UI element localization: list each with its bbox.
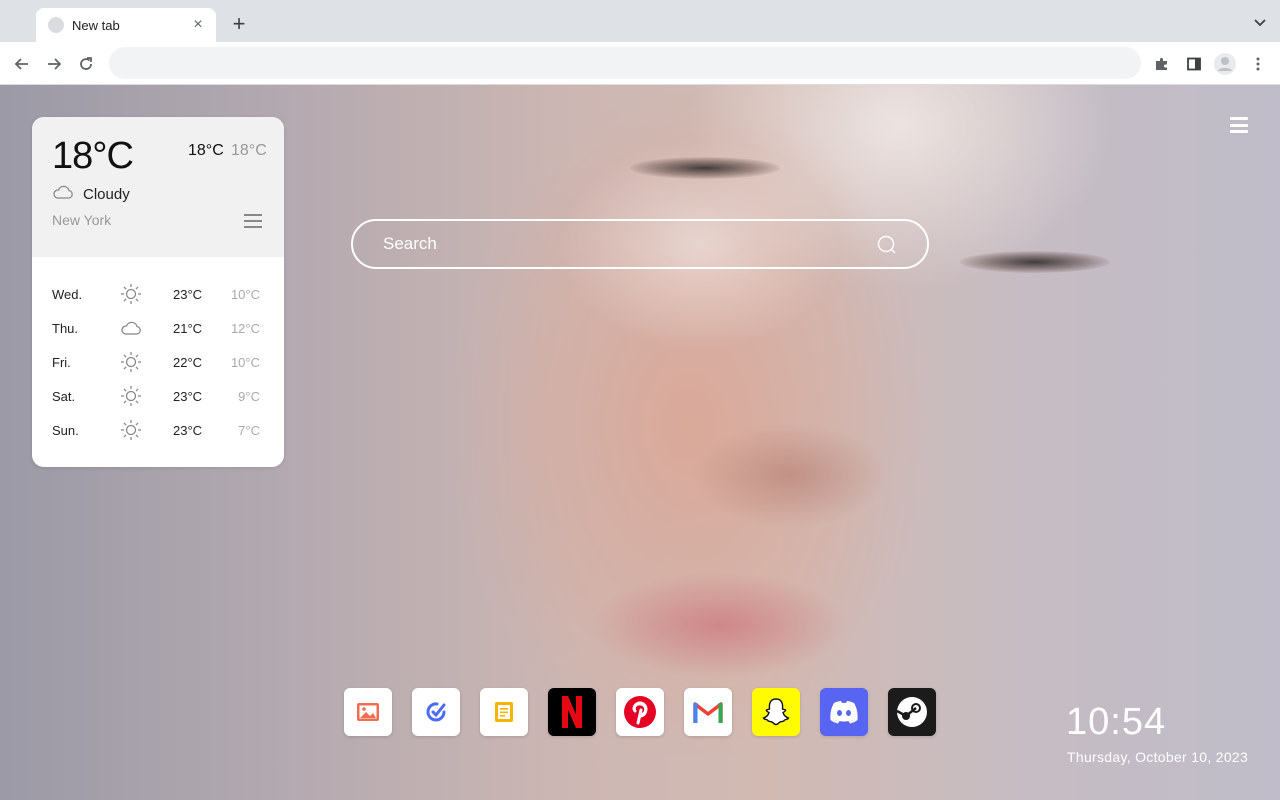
menu-line — [1230, 117, 1248, 120]
sun-icon — [120, 385, 142, 407]
sun-icon — [120, 419, 142, 441]
tab-close-button[interactable]: × — [190, 17, 206, 33]
avatar-icon — [1214, 53, 1236, 75]
menu-line — [244, 220, 262, 222]
forward-button[interactable] — [42, 52, 66, 76]
tab-search-button[interactable] — [1252, 14, 1268, 30]
profile-button[interactable] — [1213, 52, 1237, 76]
tab-new-tab[interactable]: New tab × — [36, 8, 216, 42]
notes-app[interactable] — [480, 688, 528, 736]
new-tab-page: 18°C 18°C 18°C Cloudy New York Wed. 23°C 1… — [0, 85, 1280, 800]
today-low: 18°C — [231, 142, 267, 159]
tab-favicon-icon — [48, 17, 64, 33]
snapchat-app[interactable] — [752, 688, 800, 736]
forecast-day: Sat. — [52, 389, 76, 404]
weather-city: New York — [52, 212, 112, 228]
clock-date: Thursday, October 10, 2023 — [1067, 749, 1249, 765]
image-icon — [355, 699, 381, 725]
forecast-day: Wed. — [52, 287, 83, 302]
forecast-row: Wed. 23°C 10°C — [32, 277, 284, 311]
pinterest-app[interactable] — [616, 688, 664, 736]
menu-line — [244, 226, 262, 228]
sun-icon — [120, 283, 142, 305]
gmail-app[interactable] — [684, 688, 732, 736]
page-menu-button[interactable] — [1230, 117, 1248, 133]
reload-button[interactable] — [74, 52, 98, 76]
search-box[interactable] — [351, 219, 929, 269]
pinterest-logo-icon — [623, 695, 657, 729]
forecast-row: Fri. 22°C 10°C — [32, 345, 284, 379]
netflix-logo-icon — [560, 695, 584, 729]
menu-line — [244, 214, 262, 216]
forecast-low: 7°C — [238, 423, 260, 438]
search-icon[interactable] — [877, 235, 897, 255]
search-input[interactable] — [383, 221, 863, 267]
forecast-high: 23°C — [173, 389, 203, 404]
browser-toolbar — [0, 42, 1280, 85]
menu-line — [1230, 130, 1248, 133]
forecast-high: 23°C — [173, 423, 203, 438]
arrow-right-icon — [48, 58, 62, 70]
forecast-row: Sun. 23°C 7°C — [32, 413, 284, 447]
background-eye-right — [960, 251, 1110, 273]
clock-time: 10:54 — [1066, 701, 1167, 743]
weather-widget: 18°C 18°C 18°C Cloudy New York Wed. 23°C 1… — [32, 117, 284, 467]
browser-menu-button[interactable] — [1246, 52, 1270, 76]
background-eye-left — [630, 157, 780, 179]
chevron-down-icon — [1254, 19, 1266, 27]
side-panel-button[interactable] — [1182, 52, 1206, 76]
cloud-icon — [53, 185, 73, 199]
extensions-button[interactable] — [1150, 52, 1174, 76]
forecast-day: Sun. — [52, 423, 79, 438]
steam-app[interactable] — [888, 688, 936, 736]
gallery-app[interactable] — [344, 688, 392, 736]
forecast-low: 10°C — [230, 287, 260, 302]
address-bar[interactable] — [109, 47, 1141, 79]
arrow-left-icon — [14, 58, 28, 70]
back-button[interactable] — [10, 52, 34, 76]
netflix-app[interactable] — [548, 688, 596, 736]
today-high: 18°C — [188, 142, 224, 159]
snapchat-ghost-icon — [760, 696, 792, 728]
forecast-row: Thu. 21°C 12°C — [32, 311, 284, 345]
check-pen-icon — [423, 699, 449, 725]
forecast-high: 21°C — [173, 321, 203, 336]
forecast-row: Sat. 23°C 9°C — [32, 379, 284, 413]
weather-condition: Cloudy — [83, 186, 130, 203]
forecast-low: 9°C — [238, 389, 260, 404]
forecast-high: 22°C — [173, 355, 203, 370]
current-temperature: 18°C — [52, 135, 134, 177]
tab-strip: New tab × + — [0, 0, 1280, 42]
forecast-low: 10°C — [230, 355, 260, 370]
forecast-high: 23°C — [173, 287, 203, 302]
tab-title: New tab — [72, 17, 120, 33]
puzzle-icon — [1156, 58, 1167, 70]
tasks-app[interactable] — [412, 688, 460, 736]
more-vertical-icon — [1256, 57, 1260, 71]
cloud-icon — [120, 317, 142, 339]
side-panel-icon — [1187, 57, 1201, 71]
new-tab-button[interactable]: + — [226, 12, 252, 38]
forecast-low: 12°C — [230, 321, 260, 336]
steam-logo-icon — [895, 695, 929, 729]
weather-current: 18°C 18°C 18°C Cloudy New York — [32, 117, 284, 257]
forecast-day: Thu. — [52, 321, 79, 336]
note-icon — [491, 699, 517, 725]
forecast-day: Fri. — [52, 355, 71, 370]
sun-icon — [120, 351, 142, 373]
discord-app[interactable] — [820, 688, 868, 736]
weather-menu-button[interactable] — [244, 214, 262, 228]
menu-line — [1230, 123, 1248, 127]
weather-forecast: Wed. 23°C 10°C Thu. 21°C 12°C Fri. 22°C 10°C Sat.… — [32, 277, 284, 447]
reload-icon — [80, 57, 92, 70]
app-shortcuts — [344, 688, 936, 736]
discord-logo-icon — [828, 699, 860, 725]
gmail-logo-icon — [692, 699, 724, 725]
